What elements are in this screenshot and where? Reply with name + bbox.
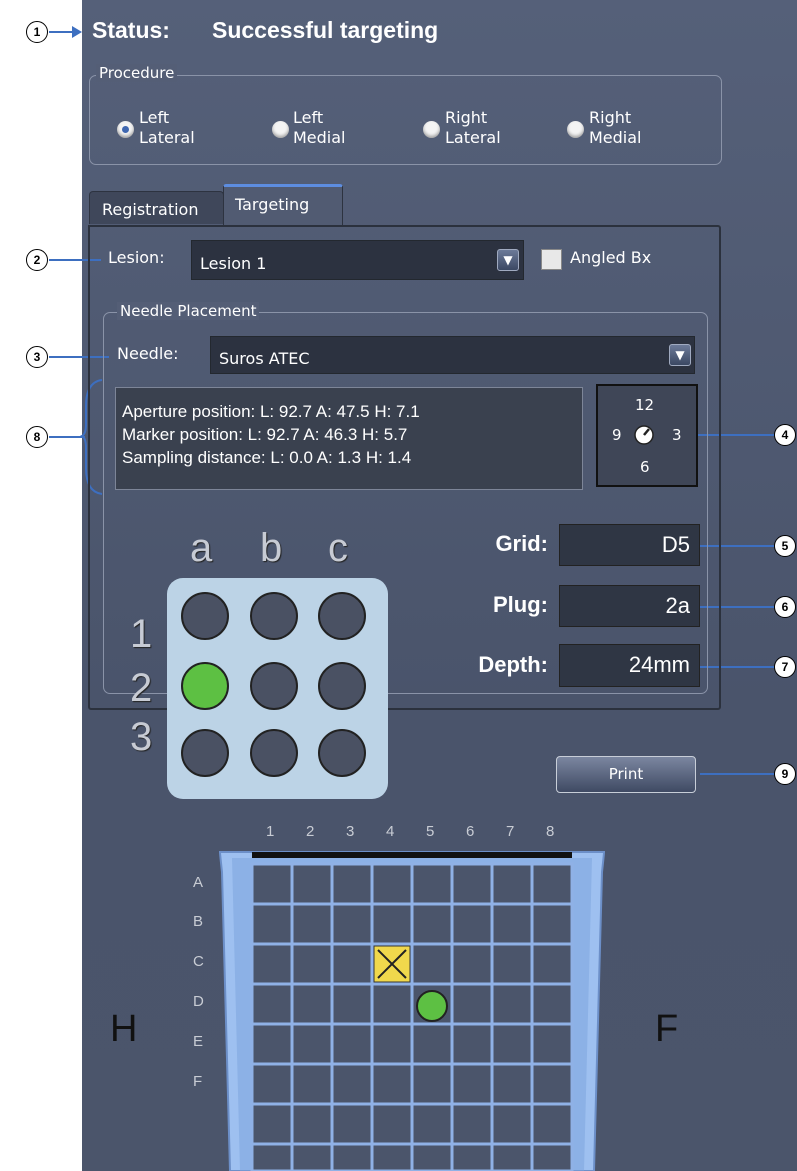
needle-select-value: Suros ATEC	[219, 349, 310, 368]
plug-1b[interactable]	[250, 592, 298, 640]
grid-row-a: A	[193, 874, 204, 891]
callout-2: 2	[26, 249, 48, 271]
angled-bx-label[interactable]: Angled Bx	[570, 248, 651, 267]
callout-3: 3	[26, 346, 48, 368]
plug-2c[interactable]	[318, 662, 366, 710]
grid-row-f: F	[193, 1073, 203, 1090]
radio-left-medial-label[interactable]: Left Medial	[293, 108, 346, 148]
plug-column-c: c	[328, 526, 348, 570]
clock-icon	[634, 425, 654, 445]
radio-left-medial[interactable]	[272, 121, 289, 138]
plug-block	[167, 578, 388, 799]
needle-label: Needle:	[117, 344, 179, 363]
grid-row-d: D	[193, 993, 204, 1010]
plug-3b[interactable]	[250, 729, 298, 777]
radio-right-medial-label[interactable]: Right Medial	[589, 108, 642, 148]
grid-value: D5	[559, 524, 700, 566]
callout-1: 1	[26, 21, 48, 43]
radio-right-lateral-label[interactable]: Right Lateral	[445, 108, 501, 148]
needle-placement-legend: Needle Placement	[117, 302, 260, 320]
grid-side-h: H	[110, 1008, 138, 1050]
plug-3c[interactable]	[318, 729, 366, 777]
aperture-position-text: Aperture position: L: 92.7 A: 47.5 H: 7.…	[122, 402, 420, 421]
plug-value: 2a	[559, 585, 700, 627]
radio-right-lateral[interactable]	[423, 121, 440, 138]
plug-row-3: 3	[130, 715, 153, 759]
radio-left-lateral-label[interactable]: Left Lateral	[139, 108, 195, 148]
plug-row-2: 2	[130, 666, 153, 710]
position-info-box: Aperture position: L: 92.7 A: 47.5 H: 7.…	[115, 387, 583, 490]
lesion-label: Lesion:	[108, 248, 165, 267]
needle-select[interactable]: Suros ATEC ▼	[210, 336, 695, 374]
grid-row-b: B	[193, 913, 204, 930]
plug-2b[interactable]	[250, 662, 298, 710]
marker-position-text: Marker position: L: 92.7 A: 46.3 H: 5.7	[122, 425, 408, 444]
plug-label: Plug:	[493, 592, 548, 617]
grid-col-6: 6	[466, 823, 475, 840]
callout-1-arrow	[72, 26, 82, 38]
sampling-distance-text: Sampling distance: L: 0.0 A: 1.3 H: 1.4	[122, 448, 412, 467]
grid-row-e: E	[193, 1033, 204, 1050]
depth-value: 24mm	[559, 644, 700, 687]
plug-2a[interactable]	[181, 662, 229, 710]
procedure-legend: Procedure	[96, 64, 178, 82]
angled-bx-checkbox[interactable]	[541, 249, 562, 270]
clock-9: 9	[612, 426, 622, 444]
lesion-select-value: Lesion 1	[200, 254, 267, 273]
callout-9-line	[700, 773, 775, 775]
plug-row-1: 1	[130, 612, 153, 656]
grid-col-4: 4	[386, 823, 395, 840]
radio-left-lateral[interactable]	[117, 121, 134, 138]
grid-col-1: 1	[266, 823, 275, 840]
callout-7: 7	[774, 656, 796, 678]
grid-col-7: 7	[506, 823, 515, 840]
callout-5: 5	[774, 535, 796, 557]
compression-grid	[218, 851, 606, 1171]
callout-4: 4	[774, 424, 796, 446]
chevron-down-icon[interactable]: ▼	[669, 344, 691, 366]
chevron-down-icon[interactable]: ▼	[497, 249, 519, 271]
lesion-select[interactable]: Lesion 1 ▼	[191, 240, 524, 280]
plug-column-a: a	[190, 526, 213, 570]
status-value: Successful targeting	[212, 17, 439, 43]
plug-1a[interactable]	[181, 592, 229, 640]
tab-targeting[interactable]: Targeting	[223, 184, 343, 226]
plug-column-b: b	[260, 526, 283, 570]
plug-3a[interactable]	[181, 729, 229, 777]
depth-label: Depth:	[478, 652, 548, 677]
grid-col-2: 2	[306, 823, 315, 840]
grid-cells	[250, 862, 574, 1171]
needle-clock: 12 9 3 6	[596, 384, 698, 487]
radio-right-medial[interactable]	[567, 121, 584, 138]
callout-8: 8	[26, 426, 48, 448]
grid-marker-x-icon	[373, 945, 411, 983]
callout-6: 6	[774, 596, 796, 618]
callout-9: 9	[774, 763, 796, 785]
clock-3: 3	[672, 426, 682, 444]
clock-12: 12	[635, 396, 655, 414]
grid-row-c: C	[193, 953, 204, 970]
tab-registration[interactable]: Registration	[89, 191, 224, 224]
grid-label: Grid:	[495, 531, 548, 556]
tab-targeting-label: Targeting	[235, 195, 310, 214]
plug-1c[interactable]	[318, 592, 366, 640]
tab-registration-label: Registration	[102, 200, 199, 219]
grid-col-5: 5	[426, 823, 435, 840]
grid-side-f: F	[655, 1008, 679, 1050]
grid-col-3: 3	[346, 823, 355, 840]
grid-target-marker	[416, 990, 448, 1022]
clock-6: 6	[640, 458, 650, 476]
print-button[interactable]: Print	[556, 756, 696, 793]
grid-col-8: 8	[546, 823, 555, 840]
status-label: Status:	[92, 17, 170, 43]
